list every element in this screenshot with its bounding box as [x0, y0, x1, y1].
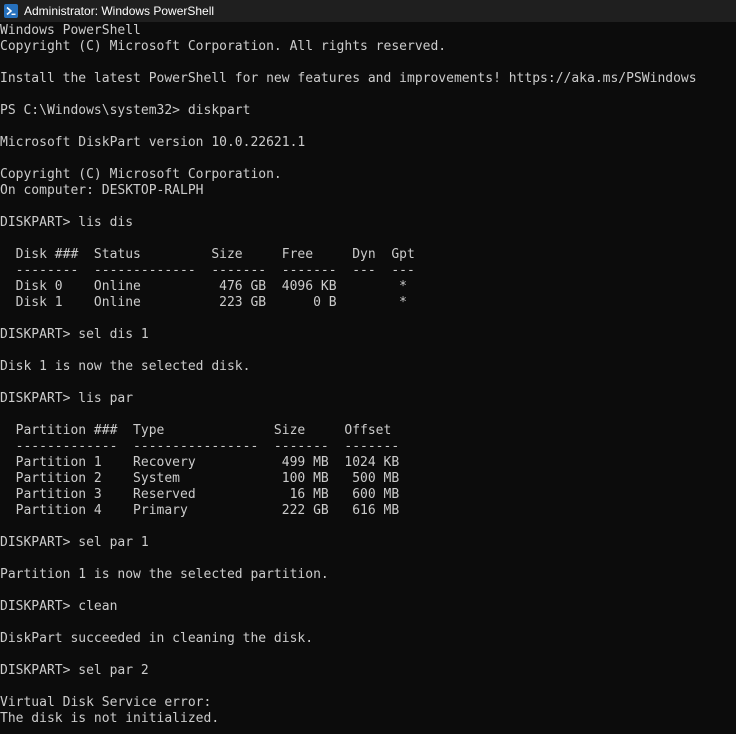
- console-line: PS C:\Windows\system32> diskpart: [0, 103, 251, 118]
- console-line: Disk 0 Online 476 GB 4096 KB *: [0, 279, 407, 294]
- console-line: Partition 1 Recovery 499 MB 1024 KB: [0, 455, 400, 470]
- console-line: Partition 2 System 100 MB 500 MB: [0, 471, 400, 486]
- powershell-window: Administrator: Windows PowerShell Window…: [0, 0, 736, 734]
- console-line: DISKPART> lis par: [0, 391, 134, 406]
- console-line: The disk is not initialized.: [0, 711, 220, 726]
- console-line: Partition ### Type Size Offset: [0, 423, 392, 438]
- console-line: -------- ------------- ------- ------- -…: [0, 263, 415, 278]
- console-line: Disk 1 is now the selected disk.: [0, 359, 251, 374]
- console-line: Partition 3 Reserved 16 MB 600 MB: [0, 487, 400, 502]
- console-line: ------------- ---------------- ------- -…: [0, 439, 400, 454]
- title-bar[interactable]: Administrator: Windows PowerShell: [0, 0, 736, 22]
- console-line: Copyright (C) Microsoft Corporation. All…: [0, 39, 447, 54]
- console-line: Partition 4 Primary 222 GB 616 MB: [0, 503, 400, 518]
- console-line: DiskPart succeeded in cleaning the disk.: [0, 631, 314, 646]
- console-line: DISKPART> sel par 2: [0, 663, 149, 678]
- console-line: Virtual Disk Service error:: [0, 695, 212, 710]
- console-line: Install the latest PowerShell for new fe…: [0, 71, 697, 86]
- console-line: DISKPART> sel dis 1: [0, 327, 149, 342]
- console-line: DISKPART> lis dis: [0, 215, 134, 230]
- console-line: Windows PowerShell: [0, 23, 141, 38]
- console-line: Microsoft DiskPart version 10.0.22621.1: [0, 135, 306, 150]
- console-line: Partition 1 is now the selected partitio…: [0, 567, 329, 582]
- window-title: Administrator: Windows PowerShell: [24, 4, 215, 18]
- console-line: DISKPART> sel par 1: [0, 535, 149, 550]
- console-line: Disk 1 Online 223 GB 0 B *: [0, 295, 407, 310]
- console-output[interactable]: Windows PowerShell Copyright (C) Microsof…: [0, 23, 736, 734]
- powershell-icon: [4, 4, 18, 18]
- console-line: On computer: DESKTOP-RALPH: [0, 183, 204, 198]
- console-line: DISKPART> clean: [0, 599, 118, 614]
- console-line: Disk ### Status Size Free Dyn Gpt: [0, 247, 415, 262]
- console-line: Copyright (C) Microsoft Corporation.: [0, 167, 282, 182]
